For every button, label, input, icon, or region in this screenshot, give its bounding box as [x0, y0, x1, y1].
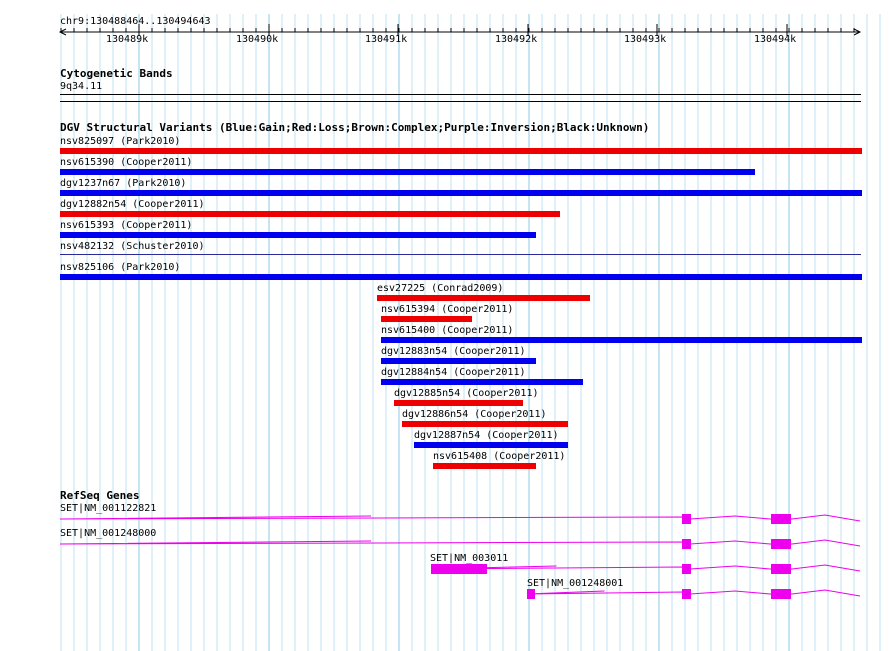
- gene-exon: [682, 539, 691, 549]
- gene-exon: [682, 589, 691, 599]
- gene-intron: [430, 564, 861, 572]
- gene-exon: [431, 564, 487, 574]
- gene-exon: [682, 514, 691, 524]
- gene-exon: [527, 589, 535, 599]
- genome-browser-canvas[interactable]: chr9:130488464..130494643 130489k 130490k…: [0, 0, 890, 651]
- gene-exon: [682, 564, 691, 574]
- gene-exon: [771, 514, 791, 524]
- gene-exon: [771, 539, 791, 549]
- refseq-track[interactable]: [0, 0, 890, 651]
- gene-intron: [59, 539, 861, 547]
- gene-intron: [526, 589, 861, 597]
- gene-exon: [771, 589, 791, 599]
- gene-exon: [771, 564, 791, 574]
- gene-intron: [59, 514, 861, 522]
